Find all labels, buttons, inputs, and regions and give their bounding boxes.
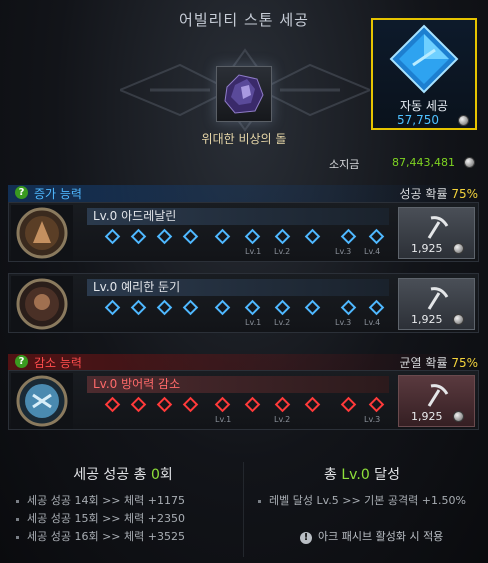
decrease-title: 감소 능력 bbox=[34, 356, 82, 370]
ability-stone-icon bbox=[216, 66, 272, 122]
empty-slot-icon bbox=[182, 299, 199, 316]
empty-slot-icon bbox=[214, 228, 231, 245]
adrenaline-skill-icon bbox=[11, 205, 73, 261]
pickaxe-icon bbox=[427, 216, 449, 239]
empty-slot-icon bbox=[274, 299, 291, 316]
empty-slot-icon bbox=[304, 396, 321, 413]
empty-slot-icon bbox=[182, 228, 199, 245]
level-marker: Lv.4 bbox=[364, 318, 381, 327]
empty-slot-icon bbox=[274, 228, 291, 245]
cut-button[interactable]: 1,925 bbox=[398, 375, 475, 427]
level-marker: Lv.3 bbox=[364, 415, 381, 424]
cut-button[interactable]: 1,925 bbox=[398, 207, 475, 259]
empty-slot-icon bbox=[244, 228, 261, 245]
ability-name: Lv.0 아드레날린 bbox=[87, 208, 389, 225]
level-marker: Lv.2 bbox=[274, 247, 291, 256]
empty-slot-icon bbox=[274, 396, 291, 413]
auto-cut-button[interactable]: 자동 세공 57,750 bbox=[371, 18, 477, 130]
gem-track: Lv.1 Lv.2 Lv.3 bbox=[87, 395, 387, 425]
auto-cut-label: 자동 세공 bbox=[400, 99, 448, 113]
empty-slot-icon bbox=[340, 228, 357, 245]
ability-stone-window: 어빌리티 스톤 세공 위대한 비상의 돌 자동 세공 57,750 소지금 87… bbox=[0, 0, 488, 563]
empty-slot-icon bbox=[304, 228, 321, 245]
ability-row-increase-1: Lv.0 아드레날린 Lv.1 Lv.2 Lv.3 Lv.4 1,925 bbox=[8, 202, 479, 262]
empty-slot-icon bbox=[214, 299, 231, 316]
empty-slot-icon bbox=[104, 299, 121, 316]
keen-blunt-weapon-skill-icon bbox=[11, 276, 73, 332]
empty-slot-icon bbox=[130, 299, 147, 316]
defense-reduction-skill-icon bbox=[11, 373, 73, 429]
level-marker: Lv.1 bbox=[245, 318, 262, 327]
currency-value: 87,443,481 bbox=[392, 156, 455, 169]
bonus-item: 세공 성공 15회 >> 체력 +2350 bbox=[16, 510, 185, 526]
empty-slot-icon bbox=[340, 396, 357, 413]
level-marker: Lv.2 bbox=[274, 318, 291, 327]
gem-track: Lv.1 Lv.2 Lv.3 Lv.4 bbox=[87, 227, 387, 257]
info-icon: ! bbox=[300, 532, 312, 544]
empty-slot-icon bbox=[368, 396, 385, 413]
cut-cost: 1,925 bbox=[411, 410, 443, 423]
level-marker: Lv.2 bbox=[274, 415, 291, 424]
empty-slot-icon bbox=[214, 396, 231, 413]
pickaxe-icon bbox=[427, 384, 449, 407]
auto-cut-count: 57,750 bbox=[397, 113, 439, 127]
silver-coin-icon bbox=[453, 243, 464, 254]
empty-slot-icon bbox=[182, 396, 199, 413]
empty-slot-icon bbox=[244, 396, 261, 413]
ark-passive-note: ! 아크 패시브 활성화 시 적용 bbox=[300, 528, 443, 544]
empty-slot-icon bbox=[156, 396, 173, 413]
silver-coin-icon bbox=[458, 115, 469, 126]
bonus-item: 레벨 달성 Lv.5 >> 기본 공격력 +1.50% bbox=[258, 492, 466, 508]
pickaxe-icon bbox=[427, 287, 449, 310]
level-marker: Lv.4 bbox=[364, 247, 381, 256]
bonus-item: 세공 성공 14회 >> 체력 +1175 bbox=[16, 492, 185, 508]
empty-slot-icon bbox=[368, 299, 385, 316]
silver-coin-icon bbox=[453, 411, 464, 422]
ability-name: Lv.0 예리한 둔기 bbox=[87, 279, 389, 296]
increase-title: 증가 능력 bbox=[34, 187, 82, 201]
bonus-item: 세공 성공 16회 >> 체력 +3525 bbox=[16, 528, 185, 544]
empty-slot-icon bbox=[156, 228, 173, 245]
empty-slot-icon bbox=[368, 228, 385, 245]
cut-cost: 1,925 bbox=[411, 313, 443, 326]
empty-slot-icon bbox=[104, 396, 121, 413]
help-icon[interactable]: ? bbox=[15, 355, 28, 368]
empty-slot-icon bbox=[244, 299, 261, 316]
success-rate: 성공 확률 75% bbox=[399, 187, 478, 201]
empty-slot-icon bbox=[130, 228, 147, 245]
stone-name: 위대한 비상의 돌 bbox=[201, 132, 287, 146]
auto-cut-crystal-icon bbox=[389, 24, 459, 94]
empty-slot-icon bbox=[304, 299, 321, 316]
success-total-title: 세공 성공 총 0회 bbox=[73, 467, 173, 483]
silver-coin-icon bbox=[453, 314, 464, 325]
level-marker: Lv.3 bbox=[335, 247, 352, 256]
level-marker: Lv.1 bbox=[215, 415, 232, 424]
help-icon[interactable]: ? bbox=[15, 186, 28, 199]
gem-track: Lv.1 Lv.2 Lv.3 Lv.4 bbox=[87, 298, 387, 328]
level-total-title: 총 Lv.0 달성 bbox=[324, 467, 400, 483]
fracture-rate: 균열 확률 75% bbox=[399, 356, 478, 370]
ability-name: Lv.0 방어력 감소 bbox=[87, 376, 389, 393]
empty-slot-icon bbox=[340, 299, 357, 316]
currency-label: 소지금 bbox=[329, 158, 360, 171]
silver-coin-icon bbox=[464, 157, 475, 168]
level-marker: Lv.3 bbox=[335, 318, 352, 327]
level-marker: Lv.1 bbox=[245, 247, 262, 256]
empty-slot-icon bbox=[104, 228, 121, 245]
ability-row-decrease-1: Lv.0 방어력 감소 Lv.1 Lv.2 Lv.3 1,925 bbox=[8, 370, 479, 430]
ability-row-increase-2: Lv.0 예리한 둔기 Lv.1 Lv.2 Lv.3 Lv.4 1,925 bbox=[8, 273, 479, 333]
cut-button[interactable]: 1,925 bbox=[398, 278, 475, 330]
cut-cost: 1,925 bbox=[411, 242, 443, 255]
empty-slot-icon bbox=[156, 299, 173, 316]
empty-slot-icon bbox=[130, 396, 147, 413]
